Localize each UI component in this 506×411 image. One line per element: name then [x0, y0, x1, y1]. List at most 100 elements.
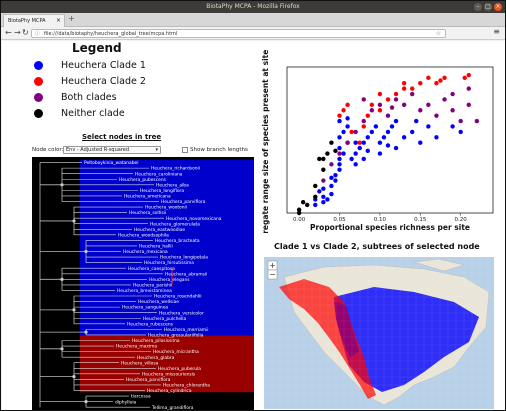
- tree-tip-label[interactable]: Heuchera_chlorantha: [163, 383, 210, 389]
- tree-node[interactable]: [72, 375, 76, 379]
- zoom-in-icon[interactable]: +: [269, 261, 276, 270]
- tree-tip-label[interactable]: Heuchera_soltisii: [129, 210, 166, 216]
- tree-tip-label[interactable]: Heuchera_mexicana: [123, 249, 168, 255]
- tree-tip-label[interactable]: Heuchera_eastwoodiae: [134, 227, 185, 233]
- scatter-point: [389, 105, 395, 110]
- tree-tip-label[interactable]: Heuchera_hirsutissima: [144, 260, 194, 266]
- tree-tip-label[interactable]: Heuchera_versicolor: [159, 310, 204, 316]
- scatter-point: [313, 194, 318, 199]
- info-icon[interactable]: ⓘ: [35, 30, 40, 38]
- legend-dot-neither: [34, 108, 43, 118]
- scatter-point: [389, 124, 395, 129]
- new-tab-icon[interactable]: +: [68, 14, 75, 23]
- tree-tip-label[interactable]: Heuchera_glomerulata: [150, 221, 200, 227]
- scatter-point: [345, 102, 350, 108]
- tree-node[interactable]: [60, 277, 64, 281]
- tree-tip-label[interactable]: Heuchera_micrantha: [153, 349, 199, 355]
- scatter-point: [345, 124, 350, 129]
- tree-node[interactable]: [84, 330, 88, 334]
- scatter-point: [325, 151, 330, 156]
- forward-icon[interactable]: →: [14, 28, 21, 37]
- tree-tip-label[interactable]: Heuchera_wootonii: [145, 205, 187, 211]
- legend-dot-both: [34, 92, 43, 102]
- scatter-point: [393, 91, 399, 97]
- scatter-point: [357, 140, 362, 145]
- close-window-icon[interactable]: ×: [494, 3, 502, 11]
- tree-tip-label[interactable]: Heuchera_novomexicana: [166, 216, 222, 222]
- scatter-point: [321, 167, 326, 172]
- tree-tip-label[interactable]: Heuchera_cylindrica: [147, 388, 192, 394]
- tree-tip-label[interactable]: tiarcossa: [131, 394, 151, 400]
- tree-tip-label[interactable]: Heuchera_parishii: [133, 282, 172, 288]
- hamburger-menu-icon[interactable]: ≡: [493, 27, 500, 36]
- tree-tip-label[interactable]: Heuchera_puberula: [158, 366, 201, 372]
- tree-tip-label[interactable]: diphylleia: [115, 399, 137, 405]
- tree-tip-label[interactable]: Heuchera_pilosissima: [132, 338, 180, 344]
- tree-tip-label[interactable]: Heuchera_richardsonii: [151, 166, 200, 172]
- tree-tip-label[interactable]: Heuchera_villosa: [121, 360, 159, 366]
- tree-tip-label[interactable]: Heuchera_elegans: [149, 277, 190, 283]
- tree-tip-label[interactable]: Heuchera_woodsaphila: [118, 232, 169, 238]
- scatter-point: [410, 129, 415, 135]
- scatter-point: [329, 175, 334, 181]
- tree-tip-label[interactable]: Heuchera_abramsii: [165, 271, 207, 277]
- scatter-point: [321, 199, 326, 205]
- phylogenetic-tree[interactable]: Peltoboykinia_watanabei Heuchera_richards…: [32, 157, 254, 410]
- page-content: Legend Heuchera Clade 1 Heuchera Clade 2…: [2, 41, 505, 410]
- tree-tip-label[interactable]: Heuchera_wellsiae: [138, 299, 179, 305]
- scatter-point: [377, 140, 383, 145]
- tree-tip-label[interactable]: Heuchera_pulchella: [143, 316, 187, 322]
- url-bar[interactable]: ⓘ file:///data/biotaphy/heuchera_global_…: [31, 29, 446, 38]
- tree-tip-label[interactable]: Heuchera_missouriensis: [142, 371, 196, 377]
- tree-tip-label[interactable]: Heuchera_caroliniana: [135, 171, 183, 177]
- tree-tip-label[interactable]: Heuchera_grossulariifolia: [148, 333, 204, 339]
- scatter-point: [345, 116, 350, 121]
- tree-tip-label[interactable]: Heuchera_alba: [156, 182, 189, 188]
- tree-node[interactable]: [84, 249, 88, 254]
- scatter-point: [345, 140, 350, 145]
- node-color-label: Node color:: [32, 147, 64, 153]
- tree-tip-label[interactable]: Heuchera_parviflora: [161, 199, 206, 205]
- tree-node[interactable]: [84, 400, 88, 404]
- tree-tip-label[interactable]: Heuchera_rosendahlii: [154, 294, 201, 300]
- maximize-icon[interactable]: □: [484, 3, 492, 11]
- tab-mcpa[interactable]: BiotaPhy MCPA ×: [3, 14, 65, 27]
- tree-tip-label[interactable]: Heuchera_brevistaminea: [117, 288, 172, 294]
- node-color-select[interactable]: Env - Adjusted R-squared ▾: [63, 146, 161, 154]
- tree-tip-label[interactable]: Heuchera_caespitosa: [128, 266, 175, 272]
- tree-node[interactable]: [72, 219, 76, 223]
- tree-tip-label[interactable]: Heuchera_sanguinea: [122, 305, 168, 311]
- range-map[interactable]: +−: [264, 257, 494, 409]
- tree-tip-label[interactable]: Heuchera_parviflora: [126, 377, 171, 383]
- back-icon[interactable]: ←: [5, 28, 12, 37]
- close-tab-icon[interactable]: ×: [56, 15, 61, 27]
- scatter-point: [361, 124, 366, 129]
- minimize-icon[interactable]: –: [474, 3, 482, 11]
- bookmark-star-icon[interactable]: ☆: [436, 30, 441, 38]
- tree-tip-label[interactable]: Heuchera_maxima: [116, 344, 157, 350]
- tree-node[interactable]: [60, 183, 64, 187]
- tree-tip-label[interactable]: Heuchera_bracteata: [155, 238, 200, 244]
- tree-tip-label[interactable]: Heuchera_longiflora: [140, 188, 184, 194]
- scatter-point: [426, 102, 431, 108]
- tree-tip-label[interactable]: Heuchera_americana: [124, 194, 171, 200]
- reload-icon[interactable]: ↻: [22, 28, 29, 37]
- tree-tip-label[interactable]: Heuchera_rubescens: [127, 321, 174, 327]
- scatter-point: [418, 81, 423, 86]
- tree-tip-label[interactable]: Heuchera_longipetala: [160, 255, 208, 261]
- scatter-point: [414, 118, 419, 124]
- tree-node[interactable]: [60, 347, 64, 351]
- scatter-point: [329, 162, 334, 167]
- tree-tip-label[interactable]: Tellima_grandiflora: [151, 405, 194, 410]
- scatter-point: [401, 86, 407, 91]
- tree-tip-label[interactable]: Heuchera_pubescens: [119, 177, 167, 183]
- branch-lengths-checkbox[interactable]: [182, 147, 188, 153]
- tree-tip-label[interactable]: Heuchera_merriamii: [164, 327, 209, 333]
- tree-tip-label[interactable]: Heuchera_glabra: [137, 355, 175, 361]
- tree-tip-label[interactable]: Peltoboykinia_watanabei: [84, 160, 138, 166]
- tab-bar: BiotaPhy MCPA × +: [1, 13, 505, 27]
- tree-node[interactable]: [72, 308, 76, 312]
- zoom-out-icon[interactable]: −: [269, 270, 276, 279]
- scatter-point: [353, 129, 358, 135]
- tree-tip-label[interactable]: Heuchera_hallii: [139, 244, 173, 250]
